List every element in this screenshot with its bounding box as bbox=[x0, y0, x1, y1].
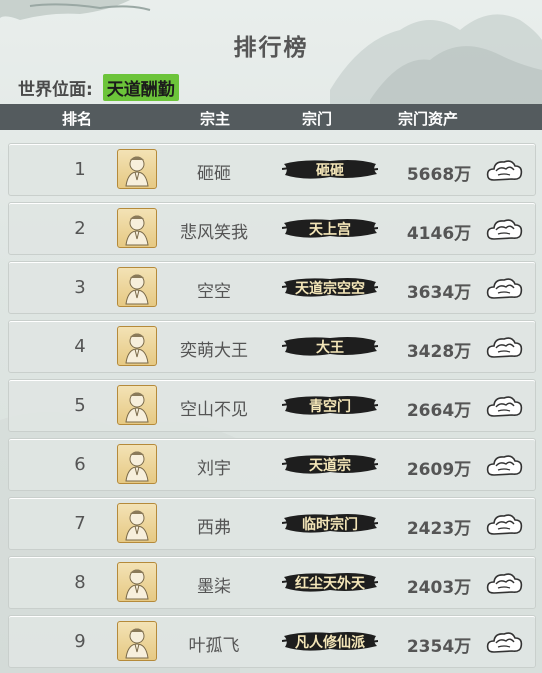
avatar[interactable] bbox=[117, 385, 157, 425]
monk-portrait-icon bbox=[125, 392, 149, 423]
visit-button[interactable] bbox=[484, 212, 524, 244]
monk-portrait-icon bbox=[125, 215, 149, 246]
sect-name: 大王 bbox=[316, 340, 344, 356]
monk-portrait-icon bbox=[125, 451, 149, 482]
avatar[interactable] bbox=[117, 326, 157, 366]
sect-badge: 青空门 bbox=[282, 392, 378, 418]
sect-badge: 天道宗空空 bbox=[282, 274, 378, 300]
visit-button[interactable] bbox=[484, 389, 524, 421]
leader-name: 墨柒 bbox=[197, 577, 231, 597]
header-leader: 宗主 bbox=[200, 110, 231, 128]
avatar[interactable] bbox=[117, 267, 157, 307]
sect-badge: 临时宗门 bbox=[282, 510, 378, 536]
sect-name: 凡人修仙派 bbox=[295, 635, 365, 651]
avatar[interactable] bbox=[117, 208, 157, 248]
cloud-visit-icon bbox=[486, 278, 523, 299]
table-row[interactable]: 9 叶孤飞 凡人修仙派 2354万 bbox=[8, 615, 536, 668]
sect-name: 砸砸 bbox=[316, 163, 344, 179]
visit-button[interactable] bbox=[484, 566, 524, 598]
table-header: 排名 宗主 宗门 宗门资产 bbox=[0, 104, 542, 130]
sect-name: 天道宗空空 bbox=[295, 281, 365, 297]
sect-badge: 凡人修仙派 bbox=[282, 628, 378, 654]
avatar[interactable] bbox=[117, 503, 157, 543]
sect-name: 青空门 bbox=[309, 399, 351, 415]
avatar[interactable] bbox=[117, 149, 157, 189]
leader-name: 砸砸 bbox=[197, 164, 231, 184]
leader-name: 刘宇 bbox=[197, 459, 231, 479]
cloud-visit-icon bbox=[486, 396, 523, 417]
sect-assets: 2609万 bbox=[406, 460, 472, 480]
sect-assets: 5668万 bbox=[406, 165, 472, 185]
avatar[interactable] bbox=[117, 562, 157, 602]
cloud-visit-icon bbox=[486, 514, 523, 535]
visit-button[interactable] bbox=[484, 448, 524, 480]
visit-button[interactable] bbox=[484, 271, 524, 303]
world-rank-value: 天道酬勤 bbox=[102, 74, 179, 101]
sect-name: 天道宗 bbox=[309, 458, 351, 474]
monk-portrait-icon bbox=[125, 274, 149, 305]
leader-name: 叶孤飞 bbox=[188, 636, 240, 656]
sect-badge: 砸砸 bbox=[282, 156, 378, 182]
sect-name: 红尘天外天 bbox=[295, 576, 365, 592]
visit-button[interactable] bbox=[484, 153, 524, 185]
cloud-visit-icon bbox=[486, 573, 523, 594]
monk-portrait-icon bbox=[125, 569, 149, 600]
table-row[interactable]: 7 西弗 临时宗门 2423万 bbox=[8, 497, 536, 550]
leader-name: 奕萌大王 bbox=[180, 341, 248, 361]
cloud-visit-icon bbox=[486, 160, 523, 181]
avatar[interactable] bbox=[117, 621, 157, 661]
table-row[interactable]: 5 空山不见 青空门 2664万 bbox=[8, 379, 536, 432]
table-row[interactable]: 8 墨柒 红尘天外天 2403万 bbox=[8, 556, 536, 609]
avatar[interactable] bbox=[117, 444, 157, 484]
sect-assets: 3634万 bbox=[406, 283, 472, 303]
leader-name: 空山不见 bbox=[180, 400, 248, 420]
leader-name: 悲风笑我 bbox=[180, 223, 248, 243]
header-rank: 排名 bbox=[62, 110, 93, 128]
table-row[interactable]: 3 空空 天道宗空空 3634万 bbox=[8, 261, 536, 314]
monk-portrait-icon bbox=[125, 510, 149, 541]
leader-name: 空空 bbox=[197, 282, 231, 302]
page-title: 排行榜 bbox=[233, 35, 309, 61]
header-sect: 宗门 bbox=[302, 110, 333, 128]
sect-name: 临时宗门 bbox=[302, 517, 358, 533]
sect-badge: 天上宫 bbox=[282, 215, 378, 241]
cloud-visit-icon bbox=[486, 337, 523, 358]
visit-button[interactable] bbox=[484, 625, 524, 657]
sect-assets: 3428万 bbox=[406, 342, 472, 362]
monk-portrait-icon bbox=[125, 333, 149, 364]
table-row[interactable]: 1 砸砸 砸砸 5668万 bbox=[8, 143, 536, 196]
leader-name: 西弗 bbox=[197, 518, 231, 538]
sect-assets: 2403万 bbox=[406, 578, 472, 598]
table-row[interactable]: 2 悲风笑我 天上宫 4146万 bbox=[8, 202, 536, 255]
visit-button[interactable] bbox=[484, 330, 524, 362]
header-assets: 宗门资产 bbox=[398, 110, 459, 128]
sect-assets: 2354万 bbox=[406, 637, 472, 657]
cloud-visit-icon bbox=[486, 632, 523, 653]
sect-badge: 天道宗 bbox=[282, 451, 378, 477]
monk-portrait-icon bbox=[125, 156, 149, 187]
world-rank: 世界位面: 天道酬勤 bbox=[18, 74, 179, 101]
sect-assets: 2423万 bbox=[406, 519, 472, 539]
sect-assets: 2664万 bbox=[406, 401, 472, 421]
monk-portrait-icon bbox=[125, 628, 149, 659]
visit-button[interactable] bbox=[484, 507, 524, 539]
table-row[interactable]: 6 刘宇 天道宗 2609万 bbox=[8, 438, 536, 491]
sect-badge: 大王 bbox=[282, 333, 378, 359]
world-rank-label: 世界位面: bbox=[18, 80, 93, 100]
sect-assets: 4146万 bbox=[406, 224, 472, 244]
table-row[interactable]: 4 奕萌大王 大王 3428万 bbox=[8, 320, 536, 373]
sect-name: 天上宫 bbox=[309, 222, 351, 238]
cloud-visit-icon bbox=[486, 455, 523, 476]
cloud-visit-icon bbox=[486, 219, 523, 240]
sect-badge: 红尘天外天 bbox=[282, 569, 378, 595]
